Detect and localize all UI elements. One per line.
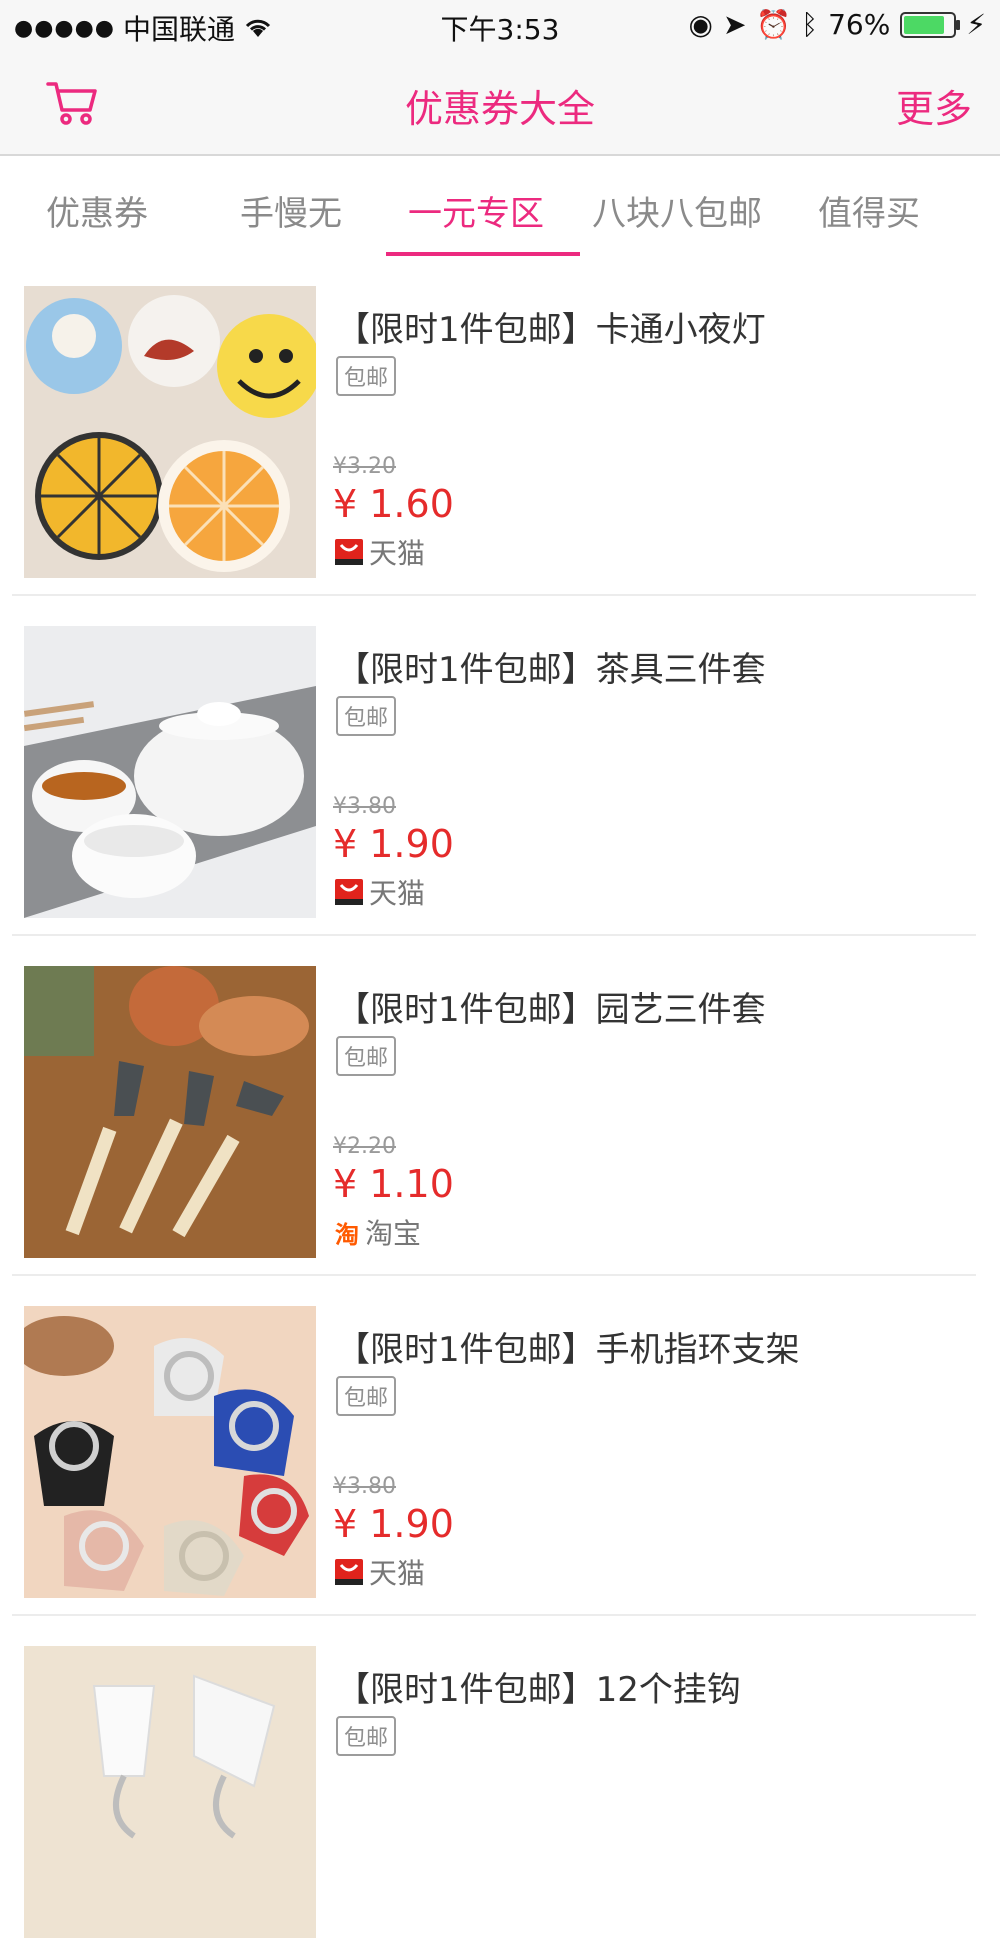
bluetooth-icon: ᛒ	[801, 8, 819, 41]
platform: 淘 淘宝	[335, 1212, 421, 1252]
status-bar: ●●●●● 中国联通 下午3:53 ◉ ➤ ⏰ ᛒ 76% ⚡	[0, 0, 1000, 50]
platform-label: 天猫	[369, 537, 426, 570]
original-price: ¥3.20	[333, 454, 396, 479]
platform-label: 淘宝	[365, 1217, 422, 1250]
battery-percent: 76%	[828, 8, 891, 41]
platform-label: 天猫	[369, 877, 426, 910]
alarm-icon: ⏰	[756, 8, 792, 41]
tmall-icon	[335, 1559, 363, 1585]
taobao-icon: 淘	[335, 1220, 359, 1249]
tmall-icon	[335, 879, 363, 905]
nav-bar: 优惠券大全 更多	[0, 50, 1000, 156]
orientation-lock-icon: ◉	[688, 8, 713, 41]
location-icon: ➤	[722, 8, 747, 41]
tab-coupons[interactable]: 优惠券	[46, 186, 148, 235]
tab-eight-eight[interactable]: 八块八包邮	[592, 186, 762, 235]
free-shipping-badge: 包邮	[336, 1716, 397, 1756]
original-price: ¥3.80	[333, 1474, 396, 1499]
free-shipping-badge: 包邮	[336, 1036, 397, 1076]
battery-icon	[900, 11, 961, 38]
tmall-icon	[335, 539, 363, 565]
original-price: ¥2.20	[333, 1134, 396, 1159]
sale-price: ¥ 1.60	[333, 482, 454, 526]
platform-label: 天猫	[369, 1557, 426, 1590]
tab-bar: 优惠券 手慢无 一元专区 八块八包邮 值得买	[0, 156, 1000, 256]
product-image[interactable]	[24, 966, 316, 1258]
more-button[interactable]: 更多	[896, 78, 972, 133]
list-item[interactable]: 【限时1件包邮】手机指环支架 包邮 ¥3.80 ¥ 1.90 天猫	[0, 1276, 1000, 1616]
platform: 天猫	[335, 872, 425, 912]
product-title[interactable]: 【限时1件包邮】卡通小夜灯	[336, 302, 766, 351]
sale-price: ¥ 1.90	[333, 1502, 454, 1546]
tab-worth-buying[interactable]: 值得买	[818, 186, 920, 235]
product-title[interactable]: 【限时1件包邮】园艺三件套	[336, 982, 766, 1031]
product-image[interactable]	[24, 286, 316, 578]
free-shipping-badge: 包邮	[336, 356, 397, 396]
list-item[interactable]: 【限时1件包邮】茶具三件套 包邮 ¥3.80 ¥ 1.90 天猫	[0, 596, 1000, 936]
charging-icon: ⚡	[966, 8, 986, 41]
platform: 天猫	[335, 1552, 425, 1592]
list-item[interactable]: 【限时1件包邮】园艺三件套 包邮 ¥2.20 ¥ 1.10 淘 淘宝	[0, 936, 1000, 1276]
tab-flash-sale[interactable]: 手慢无	[240, 186, 342, 235]
product-title[interactable]: 【限时1件包邮】12个挂钩	[336, 1662, 741, 1711]
sale-price: ¥ 1.10	[333, 1162, 454, 1206]
free-shipping-badge: 包邮	[336, 1376, 397, 1416]
product-title[interactable]: 【限时1件包邮】手机指环支架	[336, 1322, 800, 1371]
product-image[interactable]	[24, 1306, 316, 1598]
status-right: ◉ ➤ ⏰ ᛒ 76% ⚡	[689, 8, 987, 41]
sale-price: ¥ 1.90	[333, 822, 454, 866]
product-image[interactable]	[24, 1646, 316, 1938]
tab-one-yuan[interactable]: 一元专区	[408, 186, 544, 235]
original-price: ¥3.80	[333, 794, 396, 819]
product-title[interactable]: 【限时1件包邮】茶具三件套	[336, 642, 766, 691]
list-item[interactable]: 【限时1件包邮】卡通小夜灯 包邮 ¥3.20 ¥ 1.60 天猫	[0, 256, 1000, 596]
list-item[interactable]: 【限时1件包邮】12个挂钩 包邮	[0, 1616, 1000, 1956]
platform: 天猫	[335, 532, 425, 572]
page-title: 优惠券大全	[404, 87, 595, 131]
product-image[interactable]	[24, 626, 316, 918]
free-shipping-badge: 包邮	[336, 696, 397, 736]
